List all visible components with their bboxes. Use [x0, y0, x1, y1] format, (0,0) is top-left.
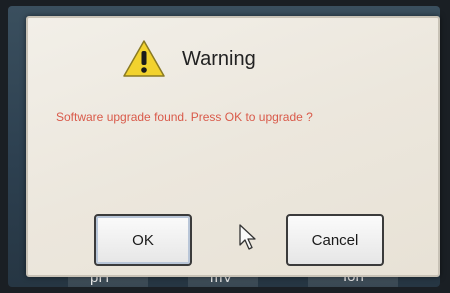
warning-icon	[123, 40, 165, 77]
dialog-message: Software upgrade found. Press OK to upgr…	[56, 110, 313, 124]
ok-button-label: OK	[132, 231, 154, 249]
cancel-button-label: Cancel	[311, 231, 359, 249]
warning-dialog: Warning Software upgrade found. Press OK…	[26, 16, 440, 277]
ok-button[interactable]: OK	[94, 214, 192, 266]
dialog-title: Warning	[182, 48, 256, 70]
mouse-pointer-icon	[239, 224, 256, 250]
cancel-button[interactable]: Cancel	[286, 214, 384, 266]
